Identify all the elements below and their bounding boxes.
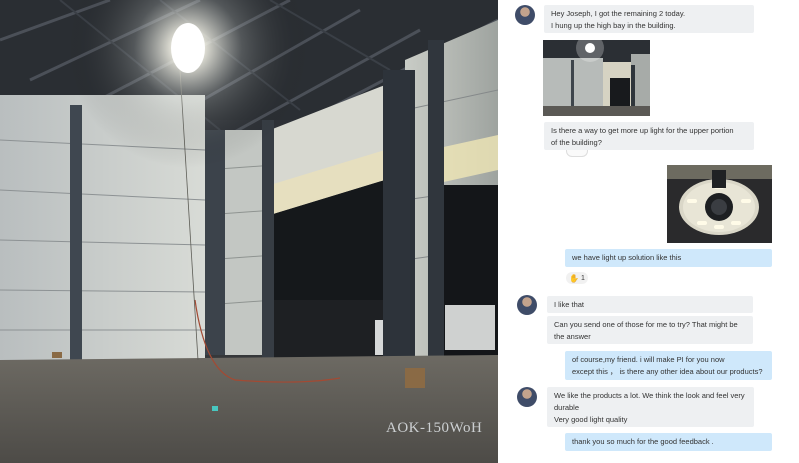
customer-avatar[interactable] [515,5,535,25]
message-line: we have light up solution like this [572,253,682,262]
message-line: except this ， is there any other idea ab… [572,367,763,376]
reaction-chip[interactable]: ✋ 1 [566,272,588,284]
message-line: thank you so much for the good feedback … [572,437,714,446]
ufo-light-product-thumbnail[interactable] [667,165,772,243]
thumbs-up-icon: ✋ [569,273,580,283]
reaction-chip[interactable] [566,150,588,157]
warehouse-photo: AOK-150WoH [0,0,498,463]
message-line: of the building? [551,138,602,147]
chat-message: Can you send one of those for me to try?… [547,316,753,344]
chat-message: I like that [547,296,753,313]
message-line: I hung up the high bay in the building. [551,21,676,30]
message-line: durable [554,403,580,412]
chat-message: of course,my friend. i will make PI for … [565,351,772,380]
message-line: We like the products a lot. We think the… [554,391,745,400]
message-line: Can you send one of those for me to try?… [554,320,738,329]
reaction-count: 1 [581,274,585,282]
message-line: of course,my friend. i will make PI for … [572,355,725,364]
message-line: Hey Joseph, I got the remaining 2 today. [551,9,686,18]
message-line: Very good light quality [554,415,628,424]
chat-message: Hey Joseph, I got the remaining 2 today.… [544,5,754,33]
message-line: Is there a way to get more up light for … [551,126,734,135]
message-line: I like that [554,300,585,309]
customer-avatar[interactable] [517,295,537,315]
message-line: the answer [554,332,591,341]
warehouse-photo-thumbnail[interactable] [543,40,650,116]
product-watermark: AOK-150WoH [386,420,483,436]
customer-avatar[interactable] [517,387,537,407]
chat-message: Is there a way to get more up light for … [544,122,754,150]
warehouse-scene [0,0,498,463]
chat-message: we have light up solution like this [565,249,772,267]
chat-message: We like the products a lot. We think the… [547,387,754,427]
chat-message: thank you so much for the good feedback … [565,433,772,451]
